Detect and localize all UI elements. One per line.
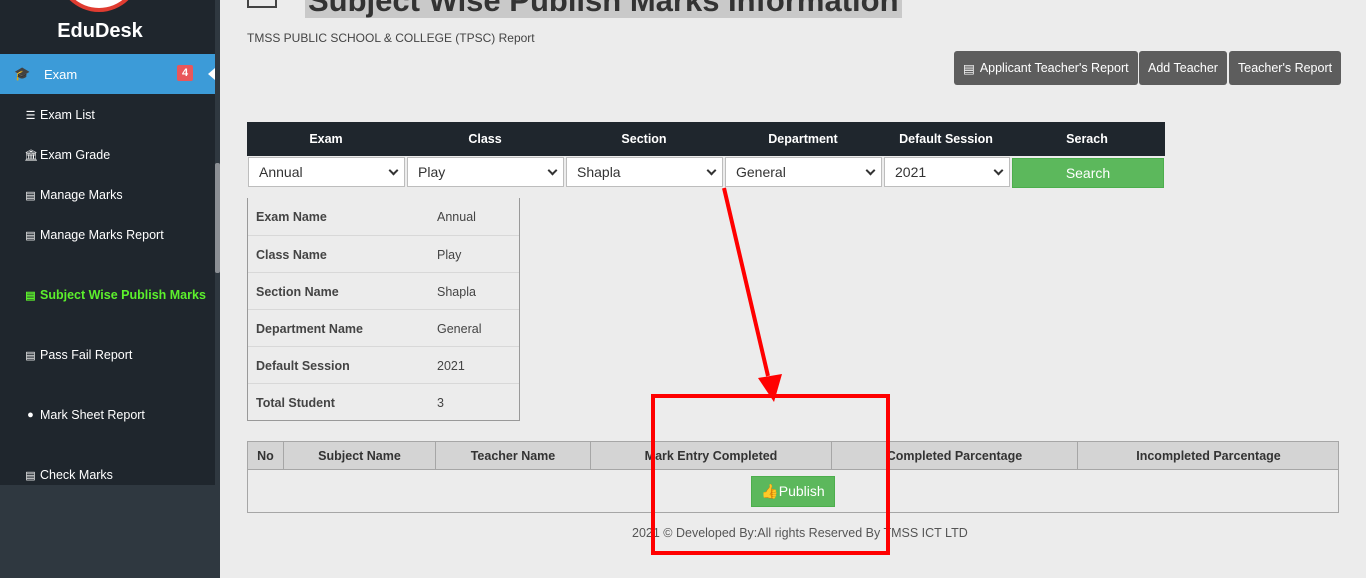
exam-count-badge: 4 <box>177 65 194 81</box>
col-completed-percentage: Completed Parcentage <box>832 442 1078 470</box>
sidebar-item-manage-marks[interactable]: ▤ Manage Marks <box>24 188 122 202</box>
subject-table-header: No Subject Name Teacher Name Mark Entry … <box>248 442 1338 470</box>
section-select[interactable]: Shapla <box>566 157 723 187</box>
sidebar-item-exam-list[interactable]: ☰ Exam List <box>24 108 95 122</box>
active-caret-icon <box>208 68 215 80</box>
filter-header-section: Section <box>621 132 667 146</box>
info-row: Section Name Shapla <box>248 272 519 309</box>
col-subject-name: Subject Name <box>284 442 436 470</box>
sidebar-section-exam[interactable]: 🎓 Exam 4 <box>0 54 215 94</box>
brand-name: EduDesk <box>57 20 143 42</box>
department-select[interactable]: General <box>725 157 882 187</box>
exam-info-table: Exam Name Annual Class Name Play Section N… <box>247 198 520 421</box>
publish-button[interactable]: 👍Publish <box>751 476 835 507</box>
page-title: Subject Wise Publish Marks Information <box>305 0 902 18</box>
sidebar-item-subject-wise-publish-marks[interactable]: ▤ Subject Wise Publish Marks <box>24 288 206 302</box>
sidebar-item-exam-grade[interactable]: 🏛 Exam Grade <box>24 148 110 162</box>
chevron-down-icon <box>547 165 558 176</box>
info-row: Class Name Play <box>248 235 519 272</box>
graduation-cap-icon: 🎓 <box>14 66 31 81</box>
filter-header: Exam Class Section Department Default Se… <box>247 122 1165 156</box>
sidebar-item-mark-sheet-report[interactable]: ● Mark Sheet Report <box>24 408 145 422</box>
annotation-arrow-line <box>722 187 770 377</box>
list-alt-icon: ▤ <box>963 61 975 76</box>
logo <box>57 0 141 12</box>
col-incompleted-percentage: Incompleted Parcentage <box>1136 449 1281 463</box>
document-icon: ▤ <box>25 289 36 302</box>
sidebar-menu: EduDesk 🎓 Exam 4 ☰ Exam List 🏛 Exam Grade … <box>0 0 215 485</box>
col-teacher-name: Teacher Name <box>436 442 591 470</box>
chevron-down-icon <box>993 165 1004 176</box>
sidebar-item-check-marks[interactable]: ▤ Check Marks <box>24 468 113 482</box>
sidebar-item-manage-marks-report[interactable]: ▤ Manage Marks Report <box>24 228 163 242</box>
col-no: No <box>248 442 284 470</box>
filter-header-search: Serach <box>1066 132 1108 146</box>
filter-header-session: Default Session <box>899 132 993 146</box>
document-icon: ▤ <box>25 189 36 202</box>
class-select[interactable]: Play <box>407 157 564 187</box>
subject-table: No Subject Name Teacher Name Mark Entry … <box>247 441 1339 513</box>
list-icon: ☰ <box>25 109 36 122</box>
filter-header-exam: Exam <box>309 132 343 146</box>
col-mark-entry-completed: Mark Entry Completed <box>591 442 832 470</box>
info-row: Department Name General <box>248 309 519 346</box>
page-subtitle: TMSS PUBLIC SCHOOL & COLLEGE (TPSC) Repo… <box>247 31 535 45</box>
sidebar: EduDesk 🎓 Exam 4 ☰ Exam List 🏛 Exam Grade … <box>0 0 220 578</box>
report-icon <box>247 0 277 8</box>
add-teacher-button[interactable]: Add Teacher <box>1139 51 1227 85</box>
sidebar-scrollbar[interactable] <box>215 163 220 273</box>
info-row: Exam Name Annual <box>256 210 476 224</box>
annotation-arrow-head <box>758 374 782 402</box>
applicant-teacher-report-button[interactable]: ▤ Applicant Teacher's Report <box>954 51 1138 85</box>
chevron-down-icon <box>865 165 876 176</box>
sidebar-section-label: Exam <box>44 67 78 82</box>
document-icon: ▤ <box>25 349 36 362</box>
search-button[interactable]: Search <box>1012 158 1164 188</box>
thumbs-up-icon: 👍 <box>761 483 779 499</box>
document-icon: ▤ <box>25 469 36 482</box>
teacher-report-button[interactable]: Teacher's Report <box>1229 51 1342 85</box>
circle-icon: ● <box>27 409 34 421</box>
chevron-down-icon <box>706 165 717 176</box>
sidebar-item-pass-fail-report[interactable]: ▤ Pass Fail Report <box>24 348 132 362</box>
info-row: Total Student 3 <box>248 383 519 420</box>
filter-header-class: Class <box>468 132 502 146</box>
info-row: Default Session 2021 <box>248 346 519 383</box>
document-icon: ▤ <box>25 229 36 242</box>
chevron-down-icon <box>388 165 399 176</box>
exam-select[interactable]: Annual <box>248 157 405 187</box>
footer-text: 2021 © Developed By:All rights Reserved … <box>632 526 968 540</box>
filter-header-department: Department <box>768 132 838 146</box>
bank-icon: 🏛 <box>24 149 38 162</box>
session-select[interactable]: 2021 <box>884 157 1010 187</box>
